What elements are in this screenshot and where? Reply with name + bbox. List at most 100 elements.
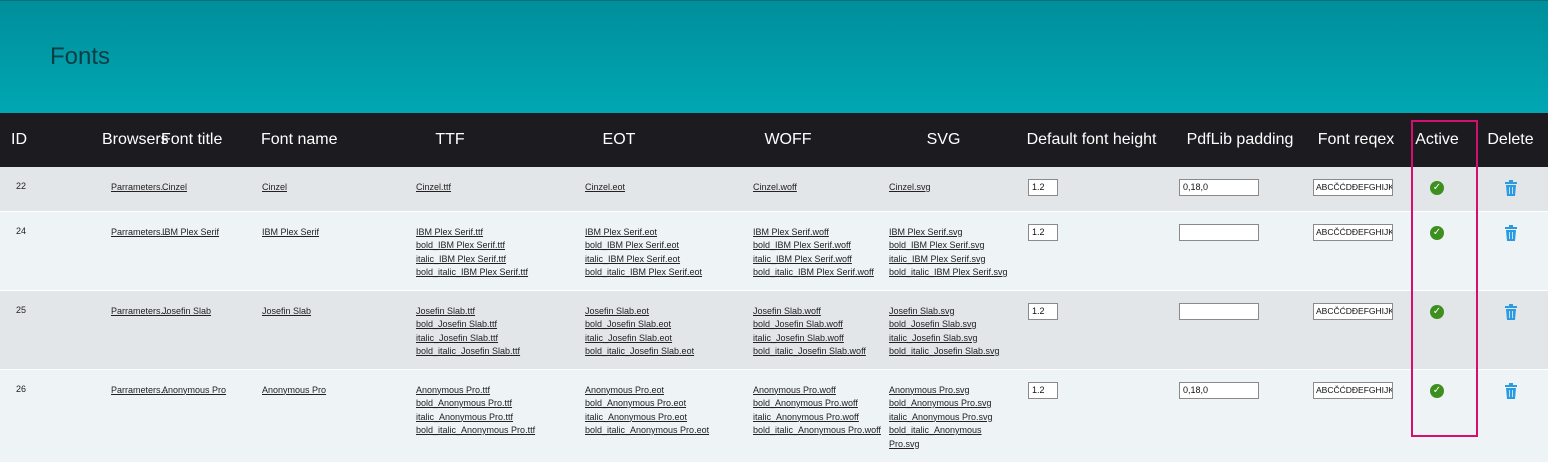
col-header-font-regex[interactable]: Font reqex (1311, 113, 1401, 167)
browsers-parameters-link[interactable]: Parrameters... (111, 384, 168, 398)
svg-file-link[interactable]: italic_Anonymous Pro.svg (889, 411, 1014, 425)
svg-file-link[interactable]: Josefin Slab.svg (889, 305, 1014, 319)
trash-icon[interactable] (1504, 303, 1518, 320)
trash-icon[interactable] (1504, 382, 1518, 399)
svg-file-link[interactable]: bold_Josefin Slab.svg (889, 318, 1014, 332)
trash-icon[interactable] (1504, 224, 1518, 241)
col-header-svg[interactable]: SVG (873, 113, 1014, 167)
font-name-link[interactable]: Josefin Slab (262, 305, 365, 319)
pdflib-padding-input[interactable]: 0,18,0 (1179, 179, 1259, 196)
col-header-font-name[interactable]: Font name (257, 113, 365, 167)
font-title-link[interactable]: Josefin Slab (162, 305, 257, 319)
ttf-file-link[interactable]: bold_IBM Plex Serif.ttf (416, 239, 535, 253)
woff-file-link[interactable]: IBM Plex Serif.woff (753, 226, 873, 240)
font-title-link[interactable]: Anonymous Pro (162, 384, 257, 398)
check-circle-icon[interactable]: ✓ (1430, 225, 1444, 240)
woff-file-link[interactable]: bold_Josefin Slab.woff (753, 318, 873, 332)
col-header-default-font-height[interactable]: Default font height (1014, 113, 1169, 167)
font-regex-input[interactable]: ABCČĆDĐEFGHIJK (1313, 179, 1393, 196)
eot-file-link[interactable]: italic_Josefin Slab.eot (585, 332, 703, 346)
ttf-file-link[interactable]: bold_Anonymous Pro.ttf (416, 397, 535, 411)
eot-file-link[interactable]: italic_IBM Plex Serif.eot (585, 253, 703, 267)
svg-file-link[interactable]: italic_IBM Plex Serif.svg (889, 253, 1014, 267)
cell-svg: IBM Plex Serif.svg bold_IBM Plex Serif.sv… (873, 211, 1014, 290)
ttf-file-link[interactable]: Cinzel.ttf (416, 181, 535, 195)
browsers-parameters-link[interactable]: Parrameters... (111, 226, 168, 240)
svg-file-link[interactable]: bold_Anonymous Pro.svg (889, 397, 1014, 411)
check-circle-icon[interactable]: ✓ (1430, 181, 1444, 195)
woff-file-link[interactable]: bold_Anonymous Pro.woff (753, 397, 873, 411)
svg-file-link[interactable]: bold_italic_Josefin Slab.svg (889, 345, 1014, 359)
pdflib-padding-input[interactable]: 0,18,0 (1179, 381, 1259, 399)
col-header-browsers[interactable]: Browsers (45, 113, 169, 167)
woff-file-link[interactable]: italic_Anonymous Pro.woff (753, 411, 873, 425)
ttf-file-link[interactable]: italic_Anonymous Pro.ttf (416, 411, 535, 425)
font-name-link[interactable]: IBM Plex Serif (262, 226, 365, 240)
eot-file-link[interactable]: bold_italic_Anonymous Pro.eot (585, 424, 709, 438)
ttf-file-link[interactable]: IBM Plex Serif.ttf (416, 226, 535, 240)
col-header-pdflib-padding[interactable]: PdfLib padding (1169, 113, 1311, 167)
table-header-row: ID Browsers Font title Font name TTF EOT… (0, 113, 1548, 167)
woff-file-link[interactable]: bold_italic_Anonymous Pro.woff (753, 424, 881, 438)
font-height-input[interactable]: 1.2 (1028, 179, 1058, 196)
col-header-active[interactable]: Active (1401, 113, 1473, 167)
font-regex-input[interactable]: ABCČĆDĐEFGHIJK (1313, 223, 1393, 241)
ttf-file-link[interactable]: bold_italic_IBM Plex Serif.ttf (416, 266, 535, 280)
ttf-file-link[interactable]: bold_italic_Anonymous Pro.ttf (416, 424, 535, 438)
eot-file-link[interactable]: italic_Anonymous Pro.eot (585, 411, 703, 425)
col-header-eot[interactable]: EOT (535, 113, 703, 167)
browsers-parameters-link[interactable]: Parrameters... (111, 181, 168, 195)
col-header-woff[interactable]: WOFF (703, 113, 873, 167)
woff-file-link[interactable]: Anonymous Pro.woff (753, 384, 873, 398)
svg-file-link[interactable]: Pro.svg (889, 438, 1014, 452)
pdflib-padding-input[interactable] (1179, 302, 1259, 320)
svg-file-link[interactable]: bold_italic_Anonymous (889, 424, 1014, 438)
woff-file-link[interactable]: bold_italic_Josefin Slab.woff (753, 345, 873, 359)
svg-file-link[interactable]: bold_italic_IBM Plex Serif.svg (889, 266, 1014, 280)
eot-file-link[interactable]: Anonymous Pro.eot (585, 384, 703, 398)
font-regex-input[interactable]: ABCČĆDĐEFGHIJK (1313, 381, 1393, 399)
ttf-file-link[interactable]: Josefin Slab.ttf (416, 305, 535, 319)
eot-file-link[interactable]: Cinzel.eot (585, 181, 703, 195)
browsers-parameters-link[interactable]: Parrameters... (111, 305, 168, 319)
svg-file-link[interactable]: IBM Plex Serif.svg (889, 226, 1014, 240)
font-regex-input[interactable]: ABCČĆDĐEFGHIJK (1313, 302, 1393, 320)
eot-file-link[interactable]: bold_Josefin Slab.eot (585, 318, 703, 332)
eot-file-link[interactable]: bold_italic_IBM Plex Serif.eot (585, 266, 703, 280)
woff-file-link[interactable]: italic_Josefin Slab.woff (753, 332, 873, 346)
woff-file-link[interactable]: Cinzel.woff (753, 181, 873, 195)
col-header-font-title[interactable]: Font title (157, 113, 257, 167)
ttf-file-link[interactable]: italic_Josefin Slab.ttf (416, 332, 535, 346)
eot-file-link[interactable]: IBM Plex Serif.eot (585, 226, 703, 240)
col-header-id[interactable]: ID (0, 113, 45, 167)
eot-file-link[interactable]: bold_italic_Josefin Slab.eot (585, 345, 703, 359)
woff-file-link[interactable]: bold_italic_IBM Plex Serif.woff (753, 266, 874, 280)
col-header-ttf[interactable]: TTF (365, 113, 535, 167)
cell-ttf: Josefin Slab.ttf bold_Josefin Slab.ttf ita… (365, 290, 535, 369)
svg-file-link[interactable]: Cinzel.svg (889, 181, 1014, 195)
font-height-input[interactable]: 1.2 (1028, 223, 1058, 241)
font-height-input[interactable]: 1.2 (1028, 381, 1058, 399)
font-name-link[interactable]: Anonymous Pro (262, 384, 365, 398)
svg-file-link[interactable]: Anonymous Pro.svg (889, 384, 1014, 398)
trash-icon[interactable] (1504, 180, 1518, 196)
ttf-file-link[interactable]: bold_italic_Josefin Slab.ttf (416, 345, 535, 359)
woff-file-link[interactable]: Josefin Slab.woff (753, 305, 873, 319)
check-circle-icon[interactable]: ✓ (1430, 383, 1444, 398)
font-title-link[interactable]: IBM Plex Serif (162, 226, 257, 240)
pdflib-padding-input[interactable] (1179, 223, 1259, 241)
ttf-file-link[interactable]: italic_IBM Plex Serif.ttf (416, 253, 535, 267)
font-height-input[interactable]: 1.2 (1028, 302, 1058, 320)
eot-file-link[interactable]: bold_IBM Plex Serif.eot (585, 239, 703, 253)
woff-file-link[interactable]: italic_IBM Plex Serif.woff (753, 253, 873, 267)
check-circle-icon[interactable]: ✓ (1430, 304, 1444, 319)
svg-file-link[interactable]: italic_Josefin Slab.svg (889, 332, 1014, 346)
font-name-link[interactable]: Cinzel (262, 181, 365, 195)
woff-file-link[interactable]: bold_IBM Plex Serif.woff (753, 239, 873, 253)
ttf-file-link[interactable]: Anonymous Pro.ttf (416, 384, 535, 398)
eot-file-link[interactable]: Josefin Slab.eot (585, 305, 703, 319)
font-title-link[interactable]: Cinzel (162, 181, 257, 195)
ttf-file-link[interactable]: bold_Josefin Slab.ttf (416, 318, 535, 332)
svg-file-link[interactable]: bold_IBM Plex Serif.svg (889, 239, 1014, 253)
eot-file-link[interactable]: bold_Anonymous Pro.eot (585, 397, 703, 411)
